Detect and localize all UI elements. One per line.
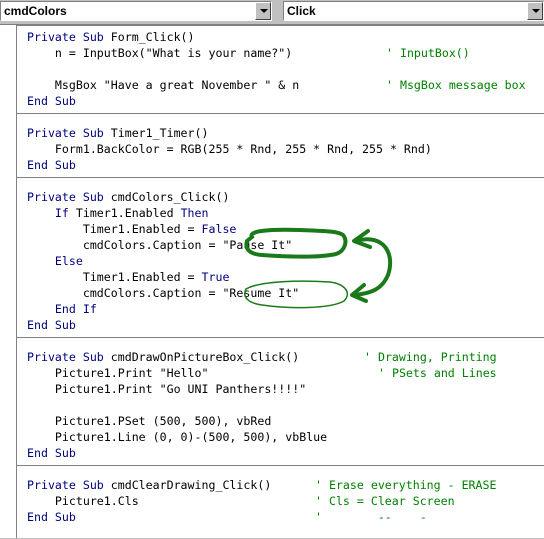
code-text: cmdDrawOnPictureBox_Click() (103, 350, 300, 364)
code-line[interactable]: End If (27, 301, 97, 317)
code-text: cmdClearDrawing_Click() (103, 478, 272, 492)
procedure-combo-bar: cmdColors Click (0, 0, 544, 24)
code-text: cmdColors.Caption = "Resume It" (27, 286, 300, 300)
comment: ' PSets and Lines (378, 366, 497, 380)
code-text: Form1.BackColor = RGB(255 * Rnd, 255 * R… (27, 142, 432, 156)
code-line[interactable]: End Sub (27, 317, 76, 333)
comment: ' InputBox() (386, 46, 470, 60)
procedure-timer1-timer: Private Sub Timer1_Timer() Form1.BackCol… (17, 113, 544, 172)
code-line[interactable]: Else (27, 253, 83, 269)
procedure-cmdcleardrawing-click: Private Sub cmdClearDrawing_Click() ' Er… (17, 465, 544, 524)
code-text: Timer1_Timer() (103, 126, 209, 140)
code-text: Picture1.Print "Hello" (27, 366, 209, 380)
code-text: Timer1.Enabled = (27, 222, 202, 236)
comment: ' Erase everything - ERASE (315, 478, 497, 492)
swap-arrow-head-bottom (350, 283, 368, 303)
code-line[interactable]: End Sub (27, 509, 76, 525)
code-line[interactable]: If Timer1.Enabled Then (27, 205, 209, 221)
code-text: Picture1.Line (0, 0)-(500, 500), vbBlue (27, 430, 328, 444)
code-line[interactable]: cmdColors.Caption = "Pause It" (27, 237, 292, 253)
code-text: Form_Click() (103, 30, 195, 44)
code-line[interactable]: Private Sub Form_Click() (27, 29, 195, 45)
keyword: Private Sub (27, 350, 104, 364)
comment: ' -- - (315, 510, 427, 524)
procedure-cmdcolors-click: Private Sub cmdColors_Click() If Timer1.… (17, 177, 544, 332)
procedure-combo[interactable]: Click (283, 1, 544, 21)
code-line[interactable]: n = InputBox("What is your name?") (27, 45, 292, 61)
procedure-combo-value: Click (287, 4, 316, 18)
keyword: Private Sub (27, 30, 104, 44)
comment: ' MsgBox message box (386, 78, 526, 92)
keyword: Then (180, 206, 209, 220)
procedure-cmddrawonpicturebox-click: Private Sub cmdDrawOnPictureBox_Click() … (17, 337, 544, 460)
swap-arrow-head-top (352, 229, 372, 249)
code-text: Timer1.Enabled = (27, 270, 202, 284)
code-line[interactable]: Private Sub Timer1_Timer() (27, 125, 208, 141)
code-text: MsgBox "Have a great November " & n (27, 78, 300, 92)
code-line[interactable]: Private Sub cmdDrawOnPictureBox_Click() (27, 349, 299, 365)
code-line[interactable]: Timer1.Enabled = True (27, 269, 230, 285)
code-line[interactable]: End Sub (27, 157, 76, 173)
keyword: False (201, 222, 237, 236)
code-line[interactable]: Picture1.Cls (27, 493, 139, 509)
object-combo-dropdown-button[interactable] (255, 2, 271, 20)
code-line[interactable]: Timer1.Enabled = False (27, 221, 237, 237)
keyword: Private Sub (27, 190, 104, 204)
code-text: Picture1.Cls (27, 494, 139, 508)
code-line[interactable]: End Sub (27, 93, 76, 109)
procedure-combo-dropdown-button[interactable] (527, 2, 543, 20)
code-text: n = InputBox("What is your name?") (27, 46, 293, 60)
editor-margin (0, 25, 17, 538)
code-line[interactable]: Picture1.Print "Go UNI Panthers!!!!" (27, 381, 306, 397)
object-combo[interactable]: cmdColors (0, 1, 272, 21)
code-text: Picture1.PSet (500, 500), vbRed (27, 414, 272, 428)
code-line[interactable]: Picture1.PSet (500, 500), vbRed (27, 413, 271, 429)
keyword: If (27, 206, 69, 220)
code-line[interactable]: Picture1.Print "Hello" (27, 365, 209, 381)
keyword: True (201, 270, 230, 284)
swap-arrow-curve (353, 237, 393, 297)
keyword: Private Sub (27, 126, 104, 140)
code-line[interactable]: Private Sub cmdColors_Click() (27, 189, 229, 205)
code-text: cmdColors.Caption = "Pause It" (27, 238, 293, 252)
comment: ' Drawing, Printing (364, 350, 497, 364)
comment: ' Cls = Clear Screen (315, 494, 455, 508)
code-line[interactable]: MsgBox "Have a great November " & n (27, 77, 299, 93)
code-line[interactable]: End Sub (27, 445, 76, 461)
code-editor[interactable]: Private Sub Form_Click() n = InputBox("W… (0, 24, 544, 538)
code-line[interactable]: Picture1.Line (0, 0)-(500, 500), vbBlue (27, 429, 327, 445)
procedure-form-click: Private Sub Form_Click() n = InputBox("W… (17, 25, 544, 108)
object-combo-value: cmdColors (4, 4, 67, 18)
code-text: cmdColors_Click() (103, 190, 230, 204)
code-line[interactable]: Form1.BackColor = RGB(255 * Rnd, 255 * R… (27, 141, 432, 157)
code-text: Timer1.Enabled (68, 206, 181, 220)
code-line[interactable]: Private Sub cmdClearDrawing_Click() (27, 477, 271, 493)
code-line[interactable]: cmdColors.Caption = "Resume It" (27, 285, 299, 301)
code-text: Picture1.Print "Go UNI Panthers!!!!" (27, 382, 307, 396)
keyword: Private Sub (27, 478, 104, 492)
